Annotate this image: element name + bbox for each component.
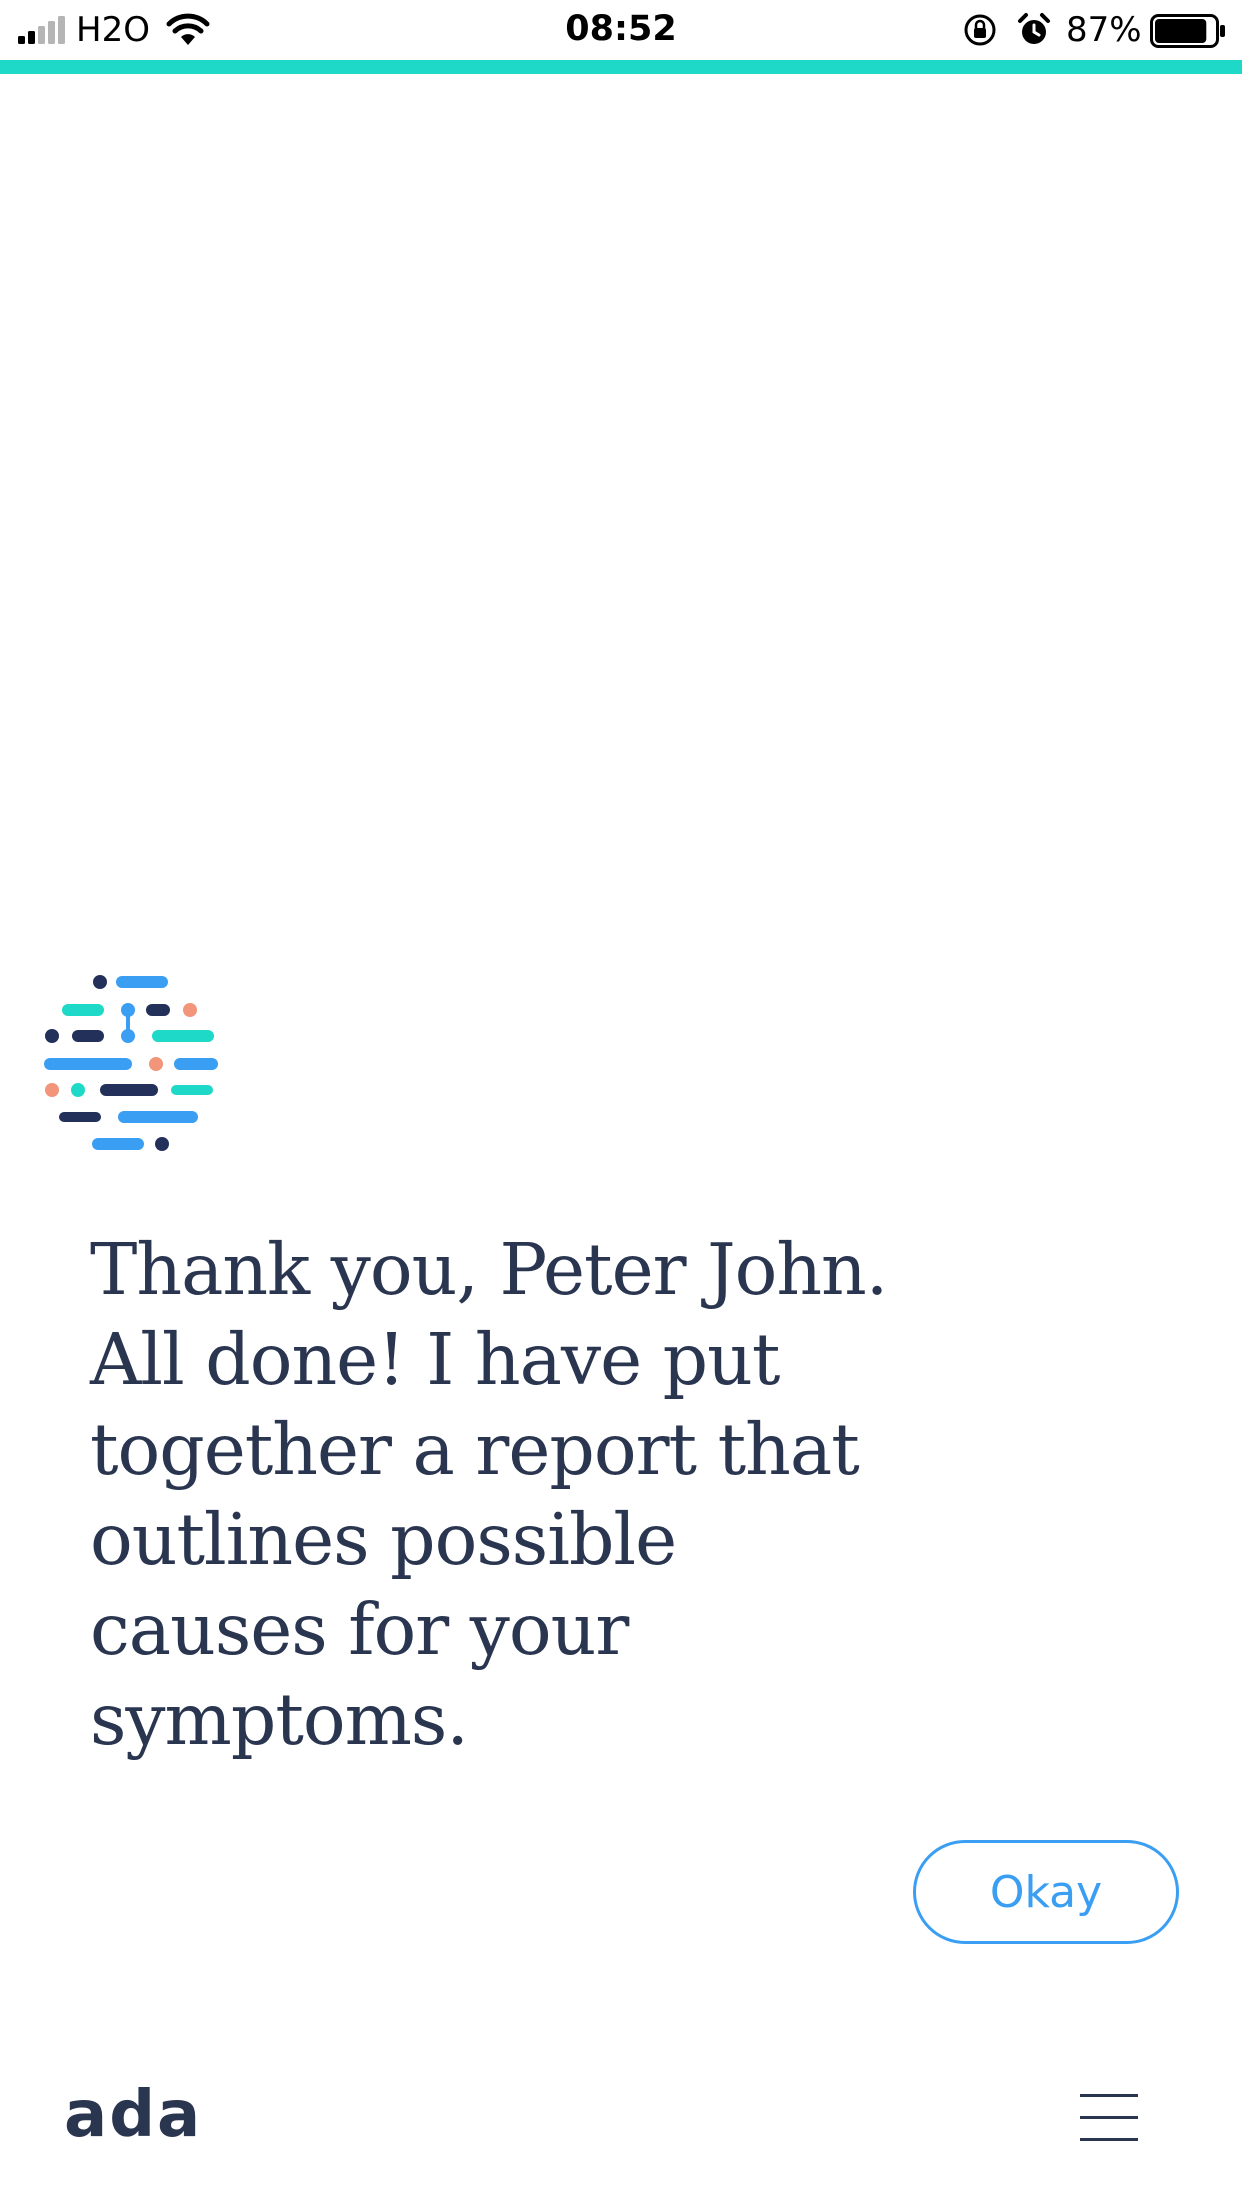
status-time: 08:52 [565,9,677,49]
assistant-message: Thank you, Peter John. All done! I have … [90,1228,888,1761]
rotation-lock-icon [964,14,996,46]
status-bar: H2O 08:52 87% [0,0,1242,60]
hamburger-menu-icon[interactable] [1080,2094,1138,2142]
alarm-icon [1018,13,1050,44]
progress-fill [0,60,1242,74]
battery-percentage: 87% [1066,10,1142,50]
ada-logo: ada [64,2078,203,2152]
ada-avatar-icon [44,975,218,1151]
battery-icon [1150,14,1225,48]
okay-button[interactable]: Okay [913,1840,1179,1944]
progress-bar [0,60,1242,74]
